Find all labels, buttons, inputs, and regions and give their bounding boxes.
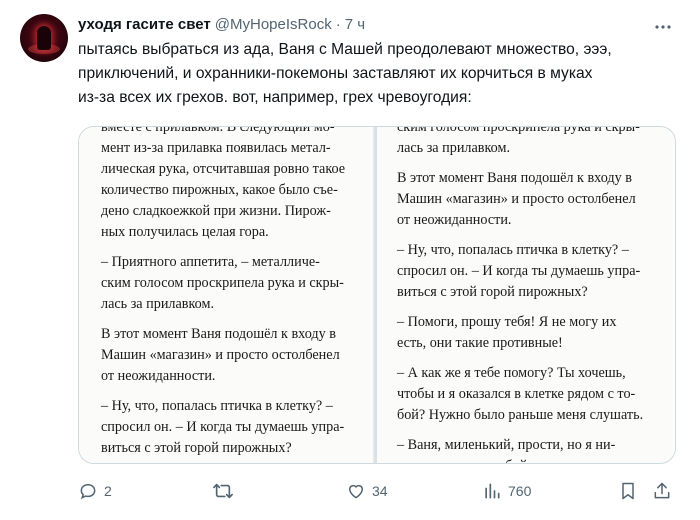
book-text-line: спросил он. – И когда ты думаешь упра- [101,419,345,435]
share-upload-icon [652,481,672,501]
avatar[interactable] [20,14,68,62]
action-bar: 2 34 760 [0,476,700,506]
book-text-line: – Приятного аппетита, – металличе- [101,254,320,270]
like-button[interactable]: 34 [346,476,388,506]
reply-bubble-icon [78,481,98,501]
book-text-line: лась за прилавком. [101,296,215,312]
book-text-line: от неожиданности. [397,212,512,228]
share-button[interactable] [652,476,672,506]
timestamp[interactable]: 7 ч [345,16,365,33]
reply-button[interactable]: 2 [78,476,112,506]
like-count: 34 [372,483,388,499]
book-text-line: лическая рука, отсчитавшая ровно такое [101,161,346,177]
book-text-line: ных получилась целая гора. [101,224,269,240]
tweet-text-line: пытаясь выбраться из ада, Ваня с Машей п… [78,41,612,58]
book-text-line: Машин «магазин» и просто остолбенел [397,191,636,207]
user-handle[interactable]: @MyHopeIsRock [215,16,332,33]
book-text-line: лась за прилавком. [397,140,511,156]
views-count: 760 [508,483,532,499]
book-text-line: – Ну, что, попалась птичка в клетку? – [101,398,333,414]
book-page-left: вместе с прилавком. В следующий мо-мент … [79,127,375,463]
book-text-line: Машин «магазин» и просто остолбенел [101,347,340,363]
book-text-line: бой? Нужно было раньше меня слушать. [397,407,644,423]
book-text-line: В этот момент Ваня подошёл к входу в [101,326,336,342]
book-text-line: ским голосом проскрипела рука и скры- [397,127,640,135]
book-text-line: – А как же я тебе помогу? Ты хочешь, [397,365,626,381]
book-text-line: есть, они такие противные! [397,335,563,351]
reply-count: 2 [104,483,112,499]
retweet-icon [212,481,234,501]
tweet-text-line: приключений, и охранники-покемоны застав… [78,65,593,82]
book-text-line: чтобы и я оказался в клетке рядом с то- [397,386,636,402]
views-button[interactable]: 760 [482,476,531,506]
tweet-text: пытаясь выбраться из ада, Ваня с Машей п… [78,38,678,110]
avatar-figure [37,26,51,50]
views-bar-chart-icon [482,481,502,501]
book-text-line: количество пирожных, какое было съе- [101,182,338,198]
book-text-line: – Ну, что, попалась птичка в клетку? – [397,242,629,258]
tweet[interactable]: уходя гасите свет @MyHopeIsRock · 7 ч пы… [0,0,700,520]
display-name[interactable]: уходя гасите свет [78,16,211,33]
book-text-line: спросил он. – И когда ты думаешь упра- [397,263,641,279]
bookmark-button[interactable] [618,476,638,506]
book-text-line: ским голосом проскрипела рука и скры- [101,275,344,291]
more-horizontal-icon[interactable] [652,16,674,38]
book-text-line: виться с этой горой пирожных? [397,284,588,300]
book-text-line: дено сладкоежкой при жизни. Пирож- [101,203,331,219]
book-text-line: мент из-за прилавка появилась метал- [101,140,331,156]
retweet-button[interactable] [212,476,240,506]
book-text-line: чего не могла с собой поделать, меня так [397,456,675,463]
book-text-line: В этот момент Ваня подошёл к входу в [397,170,632,186]
book-text-line: – Ваня, миленький, прости, но я ни- [397,437,616,453]
bookmark-icon [618,481,638,501]
book-page-right: ским голосом проскрипела рука и скры-лас… [377,127,675,463]
tweet-header: уходя гасите свет @MyHopeIsRock · 7 ч [78,16,365,38]
tweet-text-line: из-за всех их грехов. вот, например, гре… [78,89,472,106]
book-text-line: – Помоги, прошу тебя! Я не могу их [397,314,617,330]
heart-icon [346,481,366,501]
book-text-line: от неожиданности. [101,368,216,384]
book-text-line: виться с этой горой пирожных? [101,440,292,456]
media-image[interactable]: вместе с прилавком. В следующий мо-мент … [78,126,676,464]
separator-dot: · [335,16,341,33]
book-text-line: вместе с прилавком. В следующий мо- [101,127,335,135]
